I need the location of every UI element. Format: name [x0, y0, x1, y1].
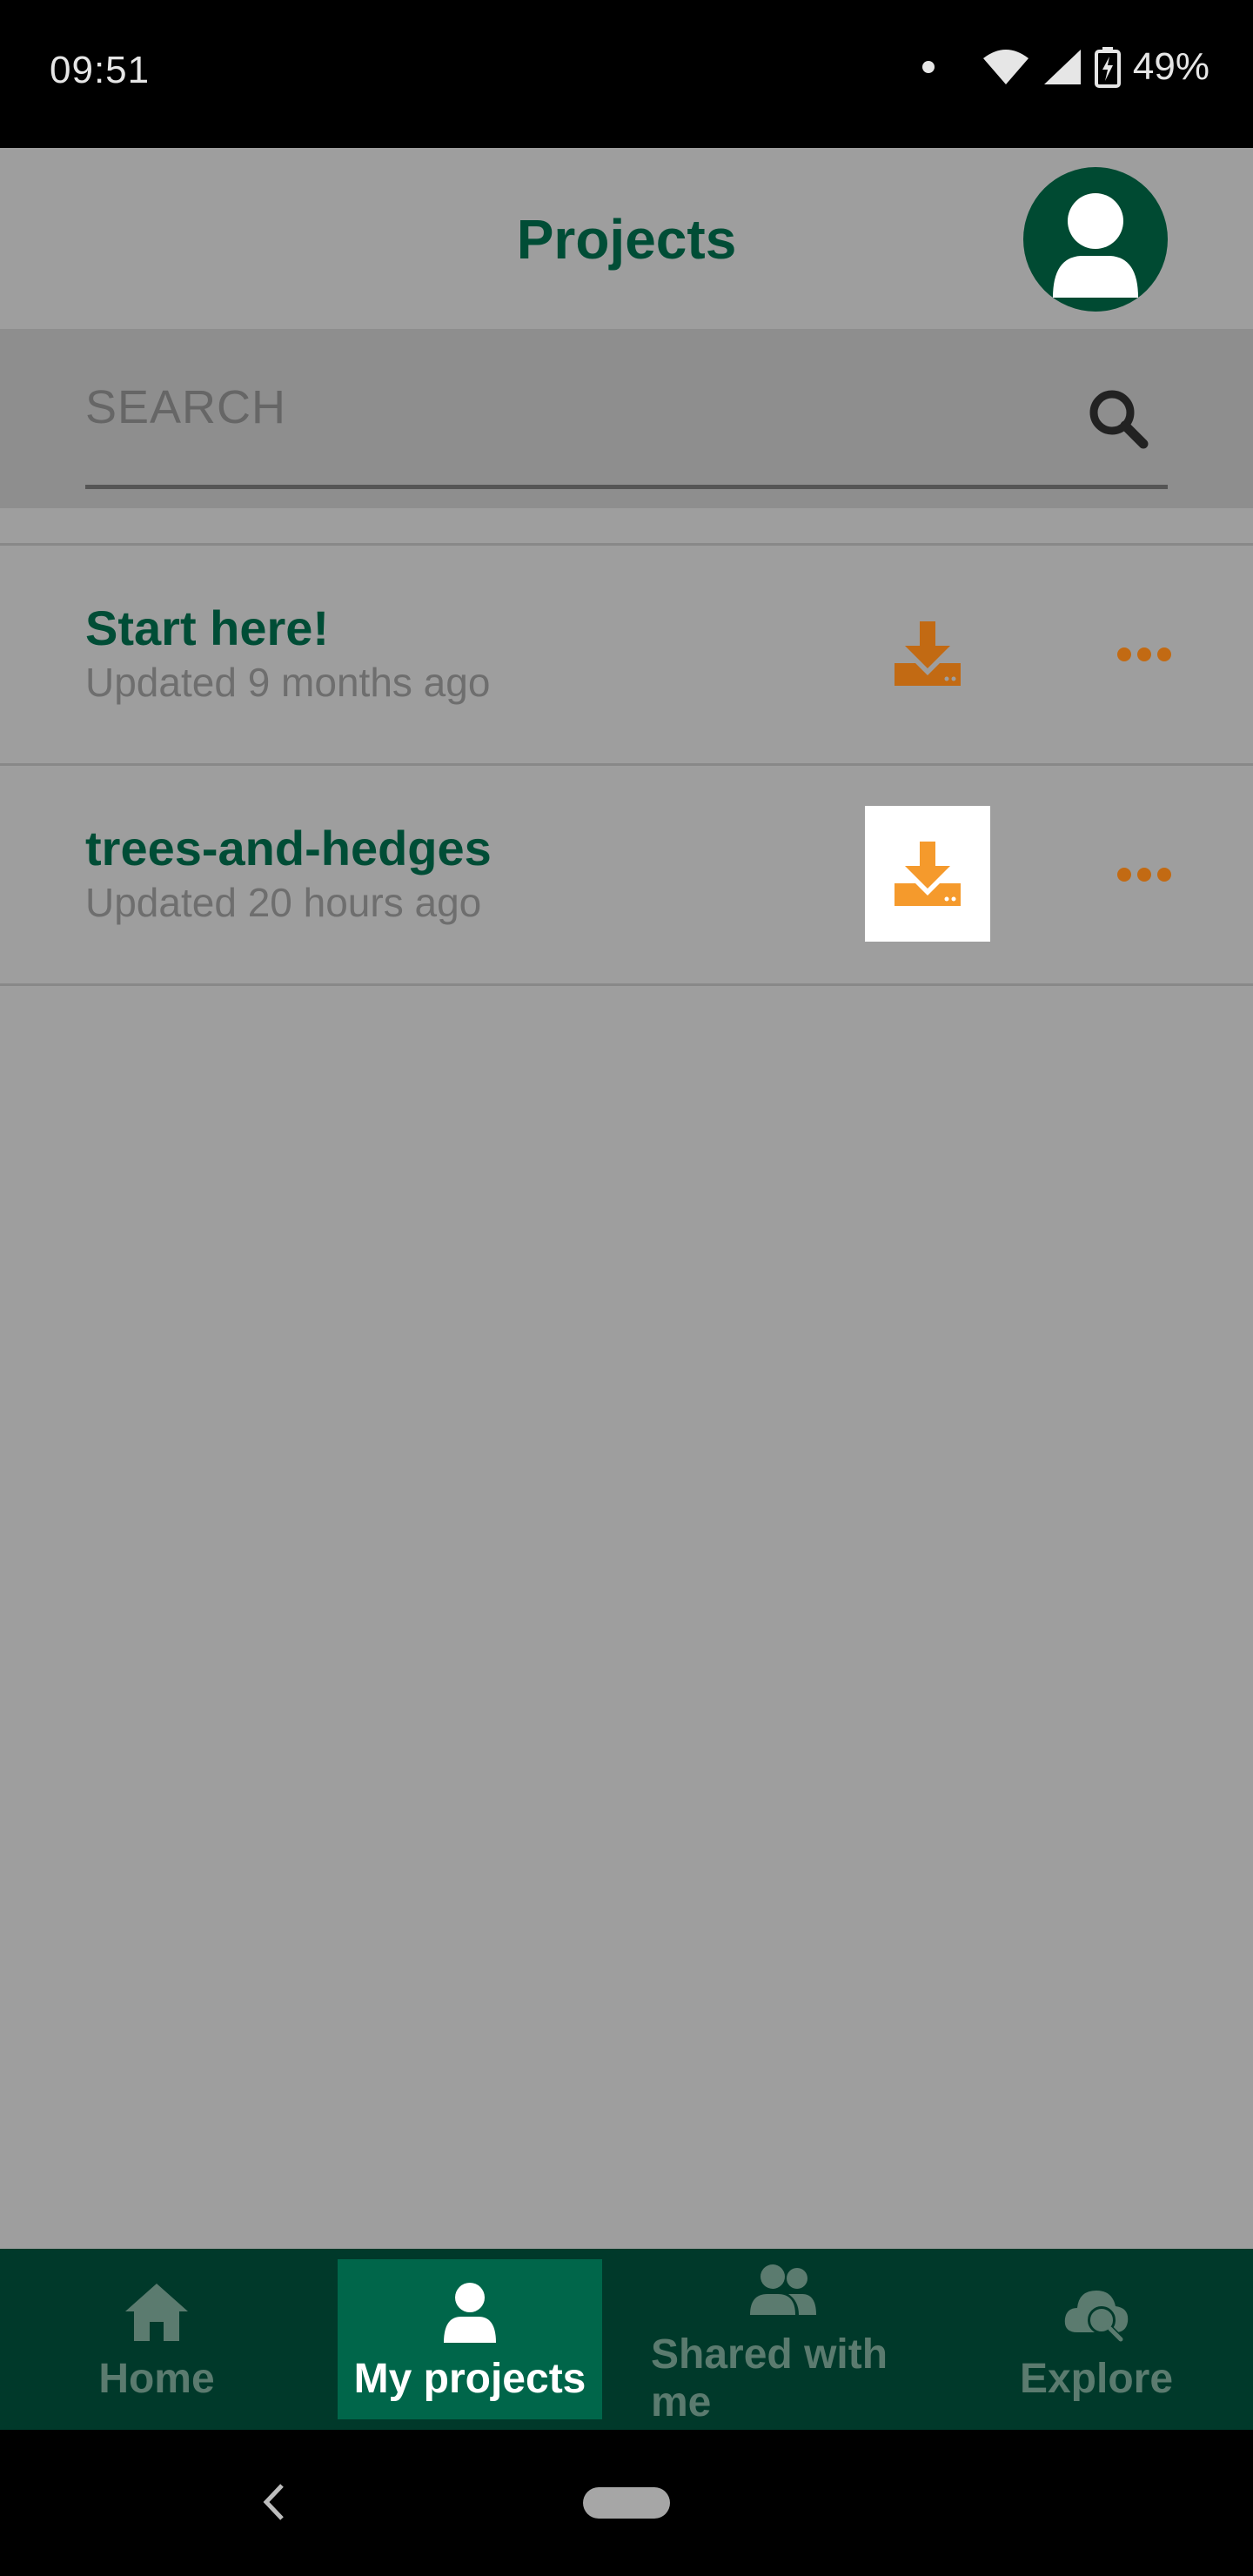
- nav-label: Shared with me: [651, 2331, 888, 2425]
- person-icon: [444, 2282, 496, 2343]
- nav-explore[interactable]: Explore: [964, 2249, 1229, 2430]
- more-options-button[interactable]: [1105, 633, 1183, 676]
- search-bar: [0, 329, 1253, 508]
- project-list: Start here! Updated 9 months ago trees-a…: [0, 543, 1253, 986]
- battery-level: 49%: [1132, 45, 1209, 88]
- status-icons: 49%: [921, 45, 1209, 89]
- status-time: 09:51: [50, 49, 151, 91]
- bottom-navigation: Home My projects Shared with me Explore: [0, 2249, 1253, 2430]
- project-row[interactable]: trees-and-hedges Updated 20 hours ago: [0, 763, 1253, 986]
- system-navigation-bar: [0, 2430, 1253, 2576]
- search-input[interactable]: [85, 329, 1168, 489]
- nav-label: Explore: [1019, 2355, 1174, 2402]
- notification-dot-icon: [921, 61, 935, 73]
- back-chevron-icon[interactable]: [261, 2480, 287, 2524]
- nav-my-projects[interactable]: My projects: [338, 2259, 602, 2419]
- search-icon[interactable]: [1086, 386, 1150, 451]
- more-horizontal-icon: [1117, 647, 1171, 661]
- project-updated: Updated 20 hours ago: [85, 880, 482, 925]
- nav-home[interactable]: Home: [24, 2249, 289, 2430]
- nav-label: My projects: [353, 2355, 586, 2402]
- more-options-button[interactable]: [1105, 853, 1183, 896]
- download-button[interactable]: [865, 586, 990, 721]
- nav-label: Home: [98, 2355, 215, 2402]
- home-icon: [125, 2283, 188, 2341]
- project-name: trees-and-hedges: [85, 821, 492, 875]
- nav-shared-with-me[interactable]: Shared with me: [651, 2249, 915, 2430]
- user-avatar[interactable]: [1023, 167, 1168, 312]
- project-name: Start here!: [85, 600, 330, 655]
- status-bar: 09:51 49%: [0, 0, 1253, 148]
- download-icon: [895, 621, 961, 686]
- cloud-search-icon: [1064, 2290, 1129, 2345]
- cell-signal-icon: [1043, 50, 1081, 84]
- more-horizontal-icon: [1117, 868, 1171, 882]
- project-row[interactable]: Start here! Updated 9 months ago: [0, 543, 1253, 763]
- download-button[interactable]: [865, 806, 990, 942]
- wifi-icon: [982, 50, 1029, 84]
- app-header: Projects: [0, 148, 1253, 329]
- user-icon: [1053, 193, 1138, 298]
- download-icon: [895, 842, 961, 906]
- project-updated: Updated 9 months ago: [85, 660, 491, 705]
- battery-icon: [1094, 47, 1121, 88]
- people-icon: [750, 2264, 816, 2315]
- home-gesture-pill[interactable]: [583, 2487, 670, 2519]
